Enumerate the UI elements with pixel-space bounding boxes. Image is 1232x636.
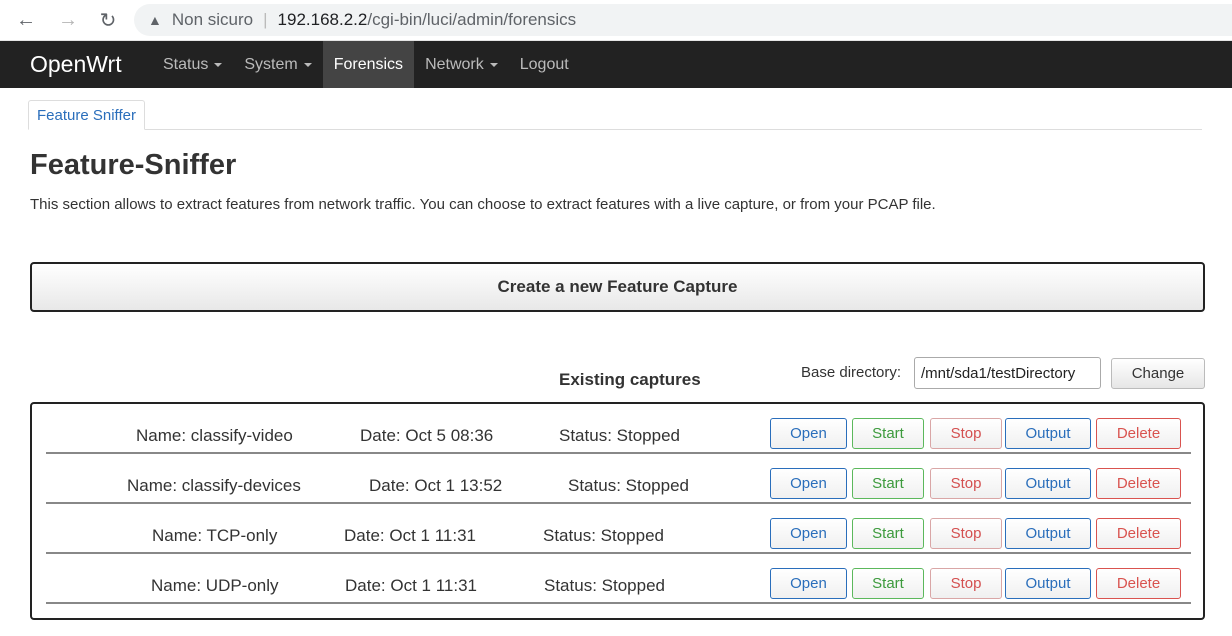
capture-date: Date: Oct 1 11:31 bbox=[344, 526, 476, 545]
delete-button[interactable]: Delete bbox=[1096, 568, 1181, 599]
open-button[interactable]: Open bbox=[770, 568, 847, 599]
capture-status: Status: Stopped bbox=[544, 576, 665, 595]
open-button[interactable]: Open bbox=[770, 418, 847, 449]
tab-feature-sniffer[interactable]: Feature Sniffer bbox=[28, 100, 145, 130]
caret-down-icon bbox=[303, 62, 312, 67]
captures-list: Name: classify-video Date: Oct 5 08:36 S… bbox=[30, 402, 1205, 620]
back-arrow-icon[interactable]: ← bbox=[14, 8, 38, 32]
capture-row: Name: UDP-only Date: Oct 1 11:31 Status:… bbox=[46, 554, 1191, 604]
capture-status: Status: Stopped bbox=[543, 526, 664, 545]
capture-date: Date: Oct 1 11:31 bbox=[345, 576, 477, 595]
menu-system-label: System bbox=[244, 55, 298, 73]
create-capture-button[interactable]: Create a new Feature Capture bbox=[30, 262, 1205, 312]
brand-logo[interactable]: OpenWrt bbox=[0, 41, 152, 88]
menu-forensics-label: Forensics bbox=[333, 55, 404, 73]
url-separator: | bbox=[263, 10, 268, 29]
menu-system[interactable]: System bbox=[233, 41, 322, 88]
capture-row: Name: classify-devices Date: Oct 1 13:52… bbox=[46, 454, 1191, 504]
capture-name: Name: classify-devices bbox=[127, 476, 301, 495]
menu-forensics[interactable]: Forensics bbox=[322, 41, 415, 88]
existing-captures-heading: Existing captures bbox=[559, 370, 701, 389]
capture-row: Name: TCP-only Date: Oct 1 11:31 Status:… bbox=[46, 504, 1191, 554]
url-host: 192.168.2.2 bbox=[277, 10, 368, 29]
menu-logout[interactable]: Logout bbox=[509, 41, 580, 88]
start-button[interactable]: Start bbox=[852, 568, 924, 599]
menu-status[interactable]: Status bbox=[152, 41, 233, 88]
caret-down-icon bbox=[489, 62, 498, 67]
browser-toolbar: ← → ↻ ▲ Non sicuro | 192.168.2.2/cgi-bin… bbox=[0, 0, 1232, 41]
capture-name: Name: TCP-only bbox=[152, 526, 278, 545]
output-button[interactable]: Output bbox=[1005, 568, 1091, 599]
url-path: /cgi-bin/luci/admin/forensics bbox=[367, 10, 577, 29]
output-button[interactable]: Output bbox=[1005, 468, 1091, 499]
capture-status: Status: Stopped bbox=[568, 476, 689, 495]
capture-name: Name: UDP-only bbox=[151, 576, 279, 595]
page-title: Feature-Sniffer bbox=[30, 149, 237, 181]
capture-name: Name: classify-video bbox=[136, 426, 293, 445]
menu-logout-label: Logout bbox=[519, 55, 569, 73]
main-navbar: OpenWrt Status System Forensics Network … bbox=[0, 41, 1232, 88]
menu-network[interactable]: Network bbox=[414, 41, 509, 88]
capture-status: Status: Stopped bbox=[559, 426, 680, 445]
forward-arrow-icon[interactable]: → bbox=[56, 8, 80, 32]
stop-button[interactable]: Stop bbox=[930, 518, 1002, 549]
address-bar[interactable]: ▲ Non sicuro | 192.168.2.2/cgi-bin/luci/… bbox=[134, 4, 1232, 36]
start-button[interactable]: Start bbox=[852, 468, 924, 499]
main-menu: Status System Forensics Network Logout bbox=[152, 41, 580, 88]
delete-button[interactable]: Delete bbox=[1096, 468, 1181, 499]
delete-button[interactable]: Delete bbox=[1096, 418, 1181, 449]
capture-row: Name: classify-video Date: Oct 5 08:36 S… bbox=[46, 404, 1191, 454]
stop-button[interactable]: Stop bbox=[930, 418, 1002, 449]
insecure-label: Non sicuro bbox=[171, 10, 254, 29]
reload-icon[interactable]: ↻ bbox=[96, 8, 120, 32]
start-button[interactable]: Start bbox=[852, 418, 924, 449]
menu-status-label: Status bbox=[163, 55, 209, 73]
caret-down-icon bbox=[214, 62, 223, 67]
page-description: This section allows to extract features … bbox=[30, 196, 936, 213]
capture-date: Date: Oct 5 08:36 bbox=[360, 426, 494, 445]
output-button[interactable]: Output bbox=[1005, 518, 1091, 549]
stop-button[interactable]: Stop bbox=[930, 468, 1002, 499]
output-button[interactable]: Output bbox=[1005, 418, 1091, 449]
menu-network-label: Network bbox=[425, 55, 484, 73]
base-directory-input[interactable]: /mnt/sda1/testDirectory bbox=[914, 357, 1101, 389]
open-button[interactable]: Open bbox=[770, 518, 847, 549]
change-directory-button[interactable]: Change bbox=[1111, 358, 1205, 389]
base-directory-label: Base directory: bbox=[801, 364, 902, 381]
tab-bar: Feature Sniffer bbox=[28, 100, 1202, 130]
open-button[interactable]: Open bbox=[770, 468, 847, 499]
stop-button[interactable]: Stop bbox=[930, 568, 1002, 599]
capture-date: Date: Oct 1 13:52 bbox=[369, 476, 503, 495]
start-button[interactable]: Start bbox=[852, 518, 924, 549]
delete-button[interactable]: Delete bbox=[1096, 518, 1181, 549]
warning-icon[interactable]: ▲ bbox=[148, 12, 162, 28]
